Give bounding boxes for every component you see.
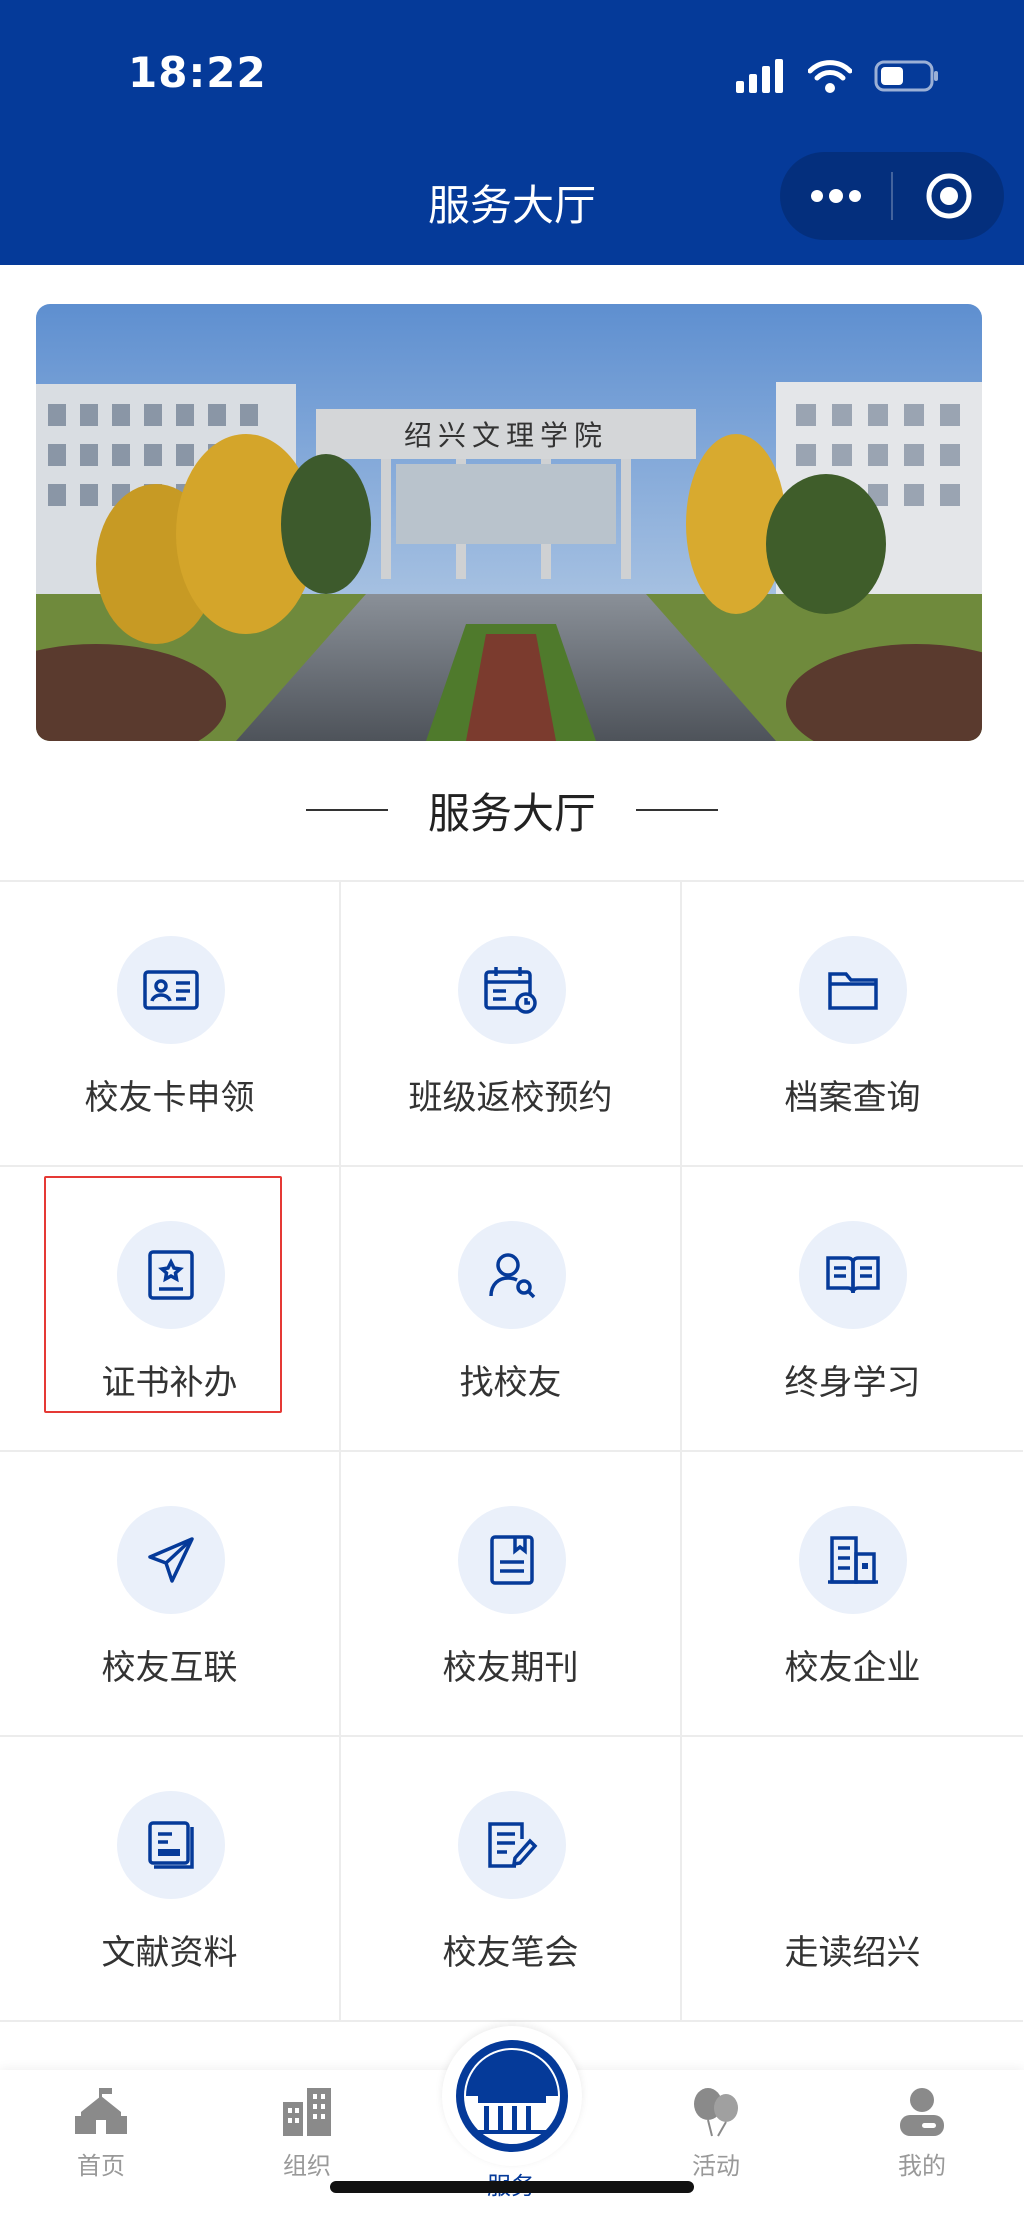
tab-label: 活动 — [692, 2152, 740, 2180]
home-indicator[interactable] — [330, 2181, 694, 2193]
section-title: 服务大厅 — [427, 788, 596, 838]
calendar-icon — [484, 967, 537, 1014]
tab-label: 首页 — [77, 2152, 125, 2180]
tab-mine[interactable]: 我的 — [862, 2086, 982, 2181]
service-find-alumni[interactable]: 找校友 — [341, 1167, 682, 1452]
target-circle-icon — [926, 173, 971, 219]
service-class-return[interactable]: 班级返校预约 — [341, 882, 682, 1167]
school-logo-icon — [456, 2040, 568, 2152]
service-literature[interactable]: 文献资料 — [0, 1737, 341, 2022]
service-label: 找校友 — [459, 1363, 562, 1403]
service-walk-shaoxing[interactable]: 走读绍兴 — [682, 1737, 1023, 2022]
service-alumni-connect[interactable]: 校友互联 — [0, 1452, 341, 1737]
battery-icon — [874, 60, 938, 92]
service-label: 班级返校预约 — [408, 1078, 613, 1118]
icon-circle — [117, 1791, 225, 1899]
status-icons — [736, 56, 940, 96]
balloons-icon — [694, 2088, 738, 2137]
icon-circle — [799, 1221, 907, 1329]
service-label: 文献资料 — [101, 1933, 238, 1973]
section-line-right — [636, 809, 718, 811]
service-label: 校友企业 — [784, 1648, 921, 1688]
tab-organization[interactable]: 组织 — [247, 2086, 367, 2181]
service-label: 校友期刊 — [442, 1648, 579, 1688]
service-label: 校友互联 — [101, 1648, 238, 1688]
buildings-icon — [283, 2088, 331, 2136]
paper-plane-icon — [148, 1537, 194, 1583]
mini-program-capsule — [780, 152, 1004, 240]
service-label: 校友笔会 — [442, 1933, 579, 1973]
journal-icon — [490, 1535, 534, 1585]
id-card-icon — [143, 970, 199, 1010]
pen-notes-icon — [488, 1822, 538, 1868]
folder-icon — [828, 972, 878, 1010]
section-line-left — [305, 809, 388, 811]
service-grid: 校友卡申领 班级返校预约 档案查询 证书补办 找校友 终身学习 校友互联 校友期… — [0, 880, 1024, 2070]
icon-circle — [117, 936, 225, 1044]
selection-highlight-box — [44, 1176, 282, 1413]
service-label: 校友卡申领 — [84, 1078, 255, 1118]
tab-home[interactable]: 首页 — [41, 2086, 161, 2181]
icon-circle — [799, 936, 907, 1044]
building-icon — [828, 1536, 878, 1584]
service-label: 终身学习 — [784, 1363, 921, 1403]
gate-inscription: 绍兴文理学院 — [403, 419, 608, 452]
top-nav-bar: 18:22 服务大厅 — [0, 0, 1024, 265]
tab-label: 我的 — [898, 2152, 946, 2180]
tab-label: 组织 — [283, 2152, 331, 2180]
icon-circle — [458, 1791, 566, 1899]
tab-activity[interactable]: 活动 — [656, 2086, 776, 2181]
icon-circle — [458, 1506, 566, 1614]
wifi-icon — [808, 60, 852, 93]
more-dots-icon — [810, 189, 861, 203]
icon-circle — [799, 1506, 907, 1614]
status-time: 18:22 — [128, 48, 267, 97]
open-book-icon — [826, 1256, 880, 1294]
campus-banner[interactable]: 绍兴文理学院 — [36, 304, 982, 741]
service-lifelong-learning[interactable]: 终身学习 — [682, 1167, 1023, 1452]
campus-gate-image — [36, 304, 982, 741]
section-header: 服务大厅 — [0, 780, 1024, 840]
service-label: 走读绍兴 — [784, 1933, 921, 1973]
icon-circle — [458, 1221, 566, 1329]
icon-circle — [117, 1506, 225, 1614]
user-icon — [900, 2088, 944, 2136]
tab-service-logo[interactable] — [442, 2026, 582, 2166]
service-alumni-enterprise[interactable]: 校友企业 — [682, 1452, 1023, 1737]
find-person-icon — [489, 1253, 536, 1299]
document-icon — [148, 1821, 194, 1869]
icon-circle — [458, 936, 566, 1044]
more-button[interactable] — [780, 152, 891, 240]
service-alumni-writers[interactable]: 校友笔会 — [341, 1737, 682, 2022]
close-mini-program-button[interactable] — [893, 152, 1004, 240]
service-alumni-journal[interactable]: 校友期刊 — [341, 1452, 682, 1737]
service-archive-query[interactable]: 档案查询 — [682, 882, 1023, 1167]
home-school-icon — [75, 2088, 127, 2134]
service-alumni-card[interactable]: 校友卡申领 — [0, 882, 341, 1167]
bottom-tab-bar: 首页 组织 服务 活动 — [0, 2026, 1024, 2219]
service-label: 档案查询 — [784, 1078, 921, 1118]
signal-icon — [736, 59, 783, 93]
